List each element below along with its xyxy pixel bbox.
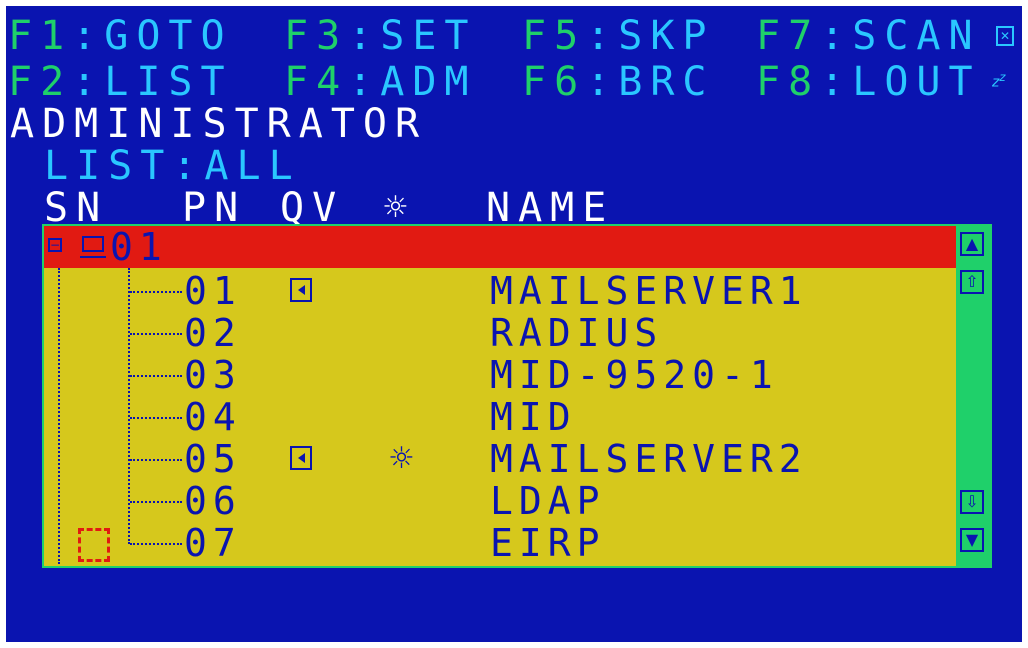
f5-key: F5 [522, 13, 587, 59]
port-number: 06 [184, 479, 242, 523]
tree-branch [130, 543, 182, 545]
port-row[interactable]: 01 MAILSERVER1 [44, 270, 956, 312]
quick-view-icon [290, 446, 312, 470]
f6-sep: : [586, 59, 619, 105]
f8-label: LOUT [852, 59, 981, 105]
port-name: LDAP [490, 479, 606, 523]
f8-key: F8 [756, 59, 821, 105]
f4-label: ADM [380, 59, 477, 105]
station-icon-base [80, 256, 106, 258]
port-number: 03 [184, 353, 242, 397]
osd-screen: F1:GOTO F3:SET F5:SKP F7:SCAN ✕ F2:LIST … [6, 6, 1022, 642]
scrollbar[interactable]: ▲ ⇧ ⇩ ▼ [956, 226, 990, 566]
page-up-icon[interactable]: ⇧ [960, 270, 984, 294]
f7-label: SCAN [852, 13, 981, 59]
f1-goto-key[interactable]: F1:GOTO [8, 14, 233, 58]
f7-key: F7 [756, 13, 821, 59]
port-row[interactable]: 03 MID-9520-1 [44, 354, 956, 396]
port-list: − 01 01 MAILSERVER1 02 RADIUS 03 MID-952… [42, 224, 992, 568]
port-number: 04 [184, 395, 242, 439]
f3-label: SET [380, 13, 477, 59]
f6-label: BRC [618, 59, 715, 105]
tree-branch [130, 501, 182, 503]
tree-branch [130, 459, 182, 461]
port-row[interactable]: 04 MID [44, 396, 956, 438]
f2-key: F2 [8, 59, 73, 105]
f3-set-key[interactable]: F3:SET [284, 14, 477, 58]
port-name: MID [490, 395, 577, 439]
f3-sep: : [348, 13, 381, 59]
f4-sep: : [348, 59, 381, 105]
port-name: MAILSERVER1 [490, 269, 808, 313]
user-name: ADMINISTRATOR [10, 101, 428, 147]
port-number: 05 [184, 437, 242, 481]
collapse-icon[interactable]: − [48, 238, 62, 252]
port-row[interactable]: 05 ☼ MAILSERVER2 [44, 438, 956, 480]
f8-sep: : [820, 59, 853, 105]
function-key-bar: F1:GOTO F3:SET F5:SKP F7:SCAN ✕ F2:LIST … [6, 14, 1022, 110]
port-name: RADIUS [490, 311, 664, 355]
f5-skp-key[interactable]: F5:SKP [522, 14, 715, 58]
tree-branch [130, 291, 182, 293]
station-number: 01 [110, 225, 168, 269]
f1-sep: : [72, 13, 105, 59]
f5-label: SKP [618, 13, 715, 59]
port-row[interactable]: 06 LDAP [44, 480, 956, 522]
f5-sep: : [586, 13, 619, 59]
port-row[interactable]: 07 EIRP [44, 522, 956, 564]
port-name: MAILSERVER2 [490, 437, 808, 481]
f6-brc-key[interactable]: F6:BRC [522, 60, 715, 104]
f2-list-key[interactable]: F2:LIST [8, 60, 233, 104]
f7-sep: : [820, 13, 853, 59]
tree-branch [130, 417, 182, 419]
f2-sep: : [72, 59, 105, 105]
f4-key: F4 [284, 59, 349, 105]
f1-label: GOTO [104, 13, 233, 59]
sleep-icon[interactable]: zz [992, 70, 1005, 90]
station-row[interactable]: − 01 [44, 226, 956, 268]
powered-on-icon: ☼ [388, 441, 415, 476]
port-row[interactable]: 02 RADIUS [44, 312, 956, 354]
tree-branch [130, 333, 182, 335]
port-name: MID-9520-1 [490, 353, 779, 397]
f7-scan-key[interactable]: F7:SCAN [756, 14, 981, 58]
port-number: 01 [184, 269, 242, 313]
close-icon[interactable]: ✕ [996, 26, 1014, 46]
station-icon [82, 236, 104, 252]
tree-branch [130, 375, 182, 377]
port-number: 07 [184, 521, 242, 565]
list-filter[interactable]: LIST:ALL [44, 144, 301, 188]
page-down-icon[interactable]: ⇩ [960, 490, 984, 514]
quick-view-icon [290, 278, 312, 302]
selection-cursor-icon [78, 528, 110, 562]
f6-key: F6 [522, 59, 587, 105]
f8-lout-key[interactable]: F8:LOUT [756, 60, 981, 104]
f2-label: LIST [104, 59, 233, 105]
f1-key: F1 [8, 13, 73, 59]
port-number: 02 [184, 311, 242, 355]
scroll-top-icon[interactable]: ▲ [960, 232, 984, 256]
f4-adm-key[interactable]: F4:ADM [284, 60, 477, 104]
f3-key: F3 [284, 13, 349, 59]
port-name: EIRP [490, 521, 606, 565]
scroll-bottom-icon[interactable]: ▼ [960, 528, 984, 552]
